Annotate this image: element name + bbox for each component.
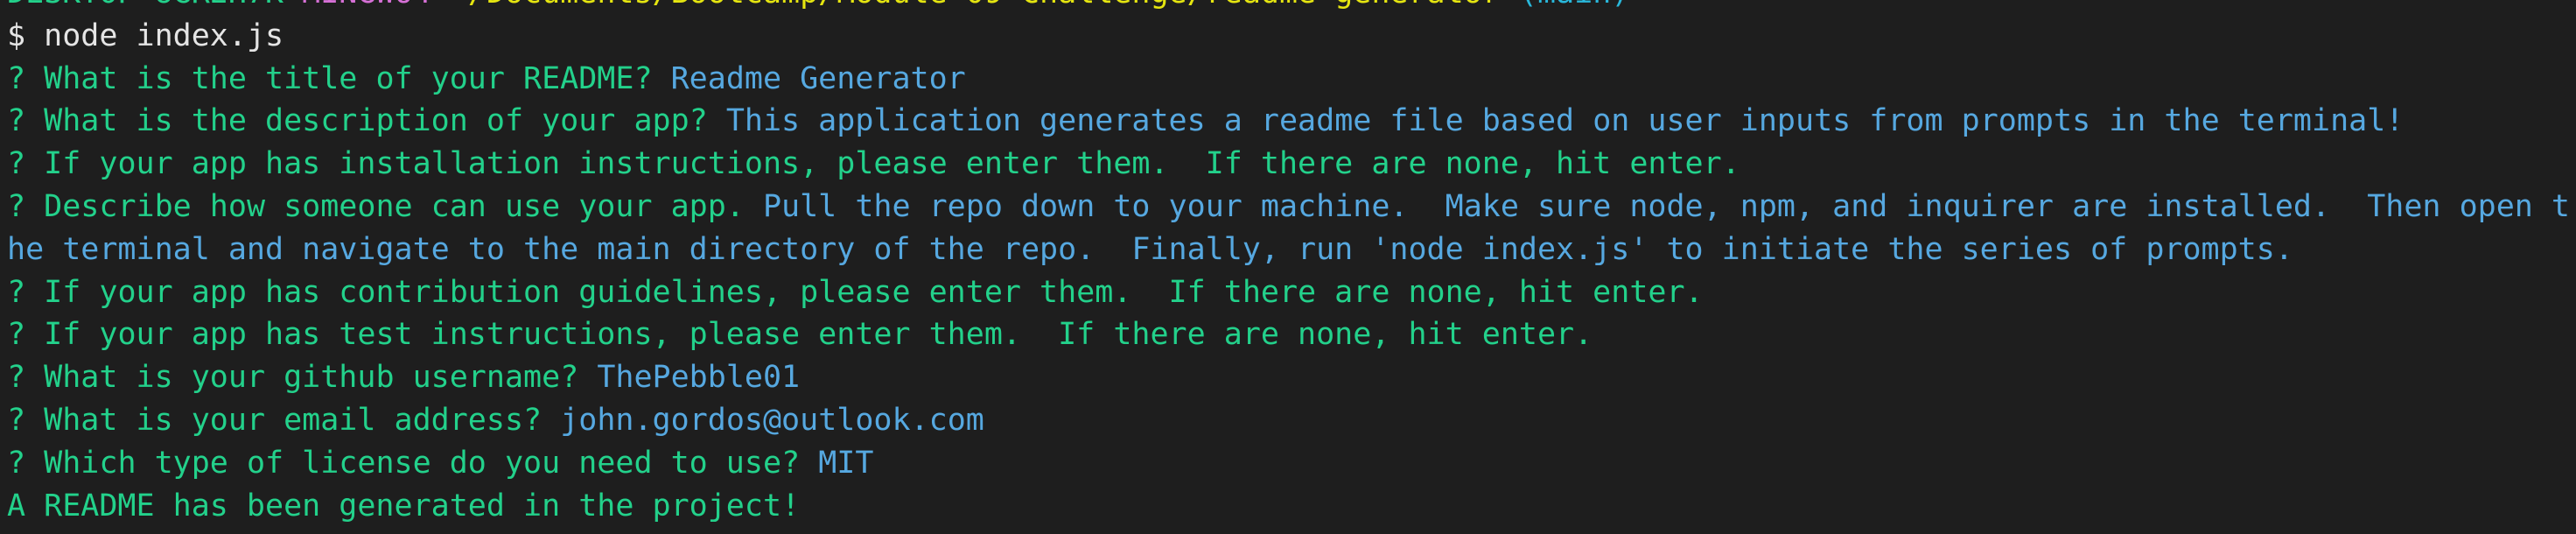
prompt-line: ? Which type of license do you need to u… bbox=[7, 442, 2571, 485]
prompt-branch: (main) bbox=[1519, 0, 1629, 11]
terminal-window[interactable]: DESKTOP-UGR2H7K MINGW64 ~/Documents/Boot… bbox=[0, 0, 2576, 534]
prompt-line: ? What is your email address? john.gordo… bbox=[7, 399, 2571, 442]
prompt-line: ? What is your github username? ThePebbl… bbox=[7, 356, 2571, 399]
answer-text: This application generates a readme file… bbox=[725, 103, 2404, 139]
dollar-sign: $ bbox=[7, 18, 26, 53]
command-line: $ node index.js bbox=[7, 15, 2571, 58]
prompt-user-host: DESKTOP-UGR2H7K bbox=[7, 0, 284, 11]
question-text: If your app has contribution guidelines,… bbox=[44, 274, 1704, 310]
prompt-line: ? Describe how someone can use your app.… bbox=[7, 186, 2571, 271]
question-text: If your app has test instructions, pleas… bbox=[44, 317, 1593, 353]
question-marker: ? bbox=[7, 60, 26, 96]
question-text: What is the title of your README? bbox=[44, 60, 653, 96]
question-marker: ? bbox=[7, 317, 26, 353]
prompt-qa-list: ? What is the title of your README? Read… bbox=[7, 58, 2571, 485]
question-text: What is your github username? bbox=[44, 360, 579, 396]
prompt-path: ~/Documents/Bootcamp/Module-09-Challenge… bbox=[450, 0, 1501, 11]
prompt-line: ? If your app has test instructions, ple… bbox=[7, 313, 2571, 356]
prompt-line: ? If your app has contribution guideline… bbox=[7, 271, 2571, 314]
question-text: Which type of license do you need to use… bbox=[44, 445, 801, 481]
question-text: If your app has installation instruction… bbox=[44, 146, 1740, 182]
command-text: node index.js bbox=[44, 18, 284, 53]
prompt-line: ? If your app has installation instructi… bbox=[7, 143, 2571, 186]
answer-text: Readme Generator bbox=[670, 60, 966, 96]
question-marker: ? bbox=[7, 103, 26, 139]
answer-text: MIT bbox=[818, 445, 874, 481]
answer-text: john.gordos@outlook.com bbox=[560, 402, 984, 438]
prompt-line: ? What is the title of your README? Read… bbox=[7, 58, 2571, 101]
shell-prompt-line: DESKTOP-UGR2H7K MINGW64 ~/Documents/Boot… bbox=[7, 0, 2571, 15]
answer-text: ThePebble01 bbox=[597, 360, 801, 396]
question-marker: ? bbox=[7, 445, 26, 481]
question-marker: ? bbox=[7, 274, 26, 310]
prompt-shell: MINGW64 bbox=[302, 0, 431, 11]
question-marker: ? bbox=[7, 188, 26, 224]
question-marker: ? bbox=[7, 402, 26, 438]
terminal-output: DESKTOP-UGR2H7K MINGW64 ~/Documents/Boot… bbox=[7, 0, 2571, 527]
question-marker: ? bbox=[7, 146, 26, 182]
question-text: Describe how someone can use your app. bbox=[44, 188, 745, 224]
question-marker: ? bbox=[7, 360, 26, 396]
final-message: A README has been generated in the proje… bbox=[7, 488, 801, 523]
prompt-line: ? What is the description of your app? T… bbox=[7, 100, 2571, 143]
question-text: What is your email address? bbox=[44, 402, 542, 438]
question-text: What is the description of your app? bbox=[44, 103, 708, 139]
